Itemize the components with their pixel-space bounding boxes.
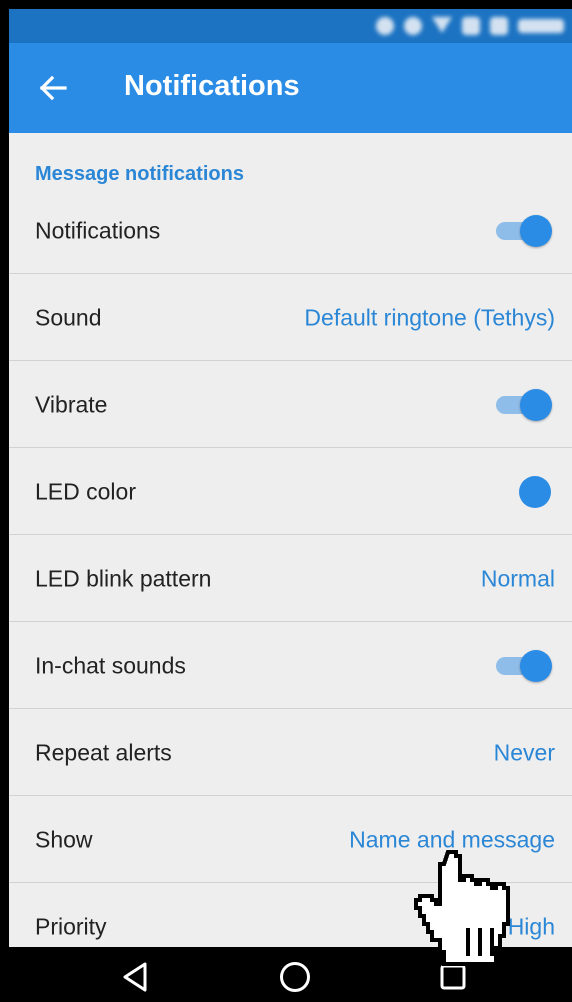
- toggle-switch[interactable]: [494, 214, 552, 248]
- setting-row-sound[interactable]: Sound Default ringtone (Tethys): [9, 275, 572, 361]
- nav-home-button[interactable]: [275, 957, 315, 997]
- toggle-thumb: [520, 649, 552, 682]
- back-button[interactable]: [33, 68, 73, 108]
- setting-row-notifications[interactable]: Notifications: [9, 188, 572, 274]
- setting-label: Show: [35, 826, 93, 852]
- clock-text: [518, 19, 564, 33]
- page-title: Notifications: [124, 70, 300, 102]
- settings-list[interactable]: Message notifications Notifications Sound…: [9, 133, 572, 947]
- notification-icon: [376, 17, 394, 35]
- setting-label: Priority: [35, 913, 107, 939]
- setting-value: Normal: [480, 565, 555, 591]
- setting-label: In-chat sounds: [35, 652, 186, 678]
- alarm-icon: [404, 17, 422, 35]
- hand-pointer-cursor-icon: [413, 849, 511, 967]
- wifi-icon: [432, 17, 452, 33]
- setting-row-led-color[interactable]: LED color: [9, 449, 572, 535]
- app-bar: Notifications: [9, 43, 572, 133]
- status-icons: [376, 17, 564, 35]
- setting-label: LED blink pattern: [35, 565, 212, 591]
- setting-value: Never: [493, 739, 555, 765]
- battery-icon: [490, 17, 508, 35]
- setting-label: Sound: [35, 304, 102, 330]
- section-header: Message notifications: [35, 163, 244, 185]
- toggle-switch[interactable]: [494, 649, 552, 683]
- setting-row-repeat-alerts[interactable]: Repeat alerts Never: [9, 710, 572, 796]
- setting-label: Vibrate: [35, 391, 108, 417]
- toggle-switch[interactable]: [494, 388, 552, 422]
- toggle-thumb: [520, 214, 552, 247]
- setting-label: LED color: [35, 478, 136, 504]
- triangle-back-icon: [123, 962, 147, 992]
- setting-row-in-chat-sounds[interactable]: In-chat sounds: [9, 623, 572, 709]
- setting-row-vibrate[interactable]: Vibrate: [9, 362, 572, 448]
- arrow-left-icon: [39, 75, 67, 101]
- status-bar: [9, 9, 572, 43]
- setting-label: Notifications: [35, 217, 161, 243]
- toggle-thumb: [520, 388, 552, 421]
- setting-value: Default ringtone (Tethys): [304, 304, 555, 330]
- nav-back-button[interactable]: [116, 957, 156, 997]
- setting-row-led-blink-pattern[interactable]: LED blink pattern Normal: [9, 536, 572, 622]
- circle-home-icon: [280, 962, 310, 992]
- signal-icon: [462, 17, 480, 35]
- led-color-swatch: [519, 475, 551, 508]
- setting-label: Repeat alerts: [35, 739, 172, 765]
